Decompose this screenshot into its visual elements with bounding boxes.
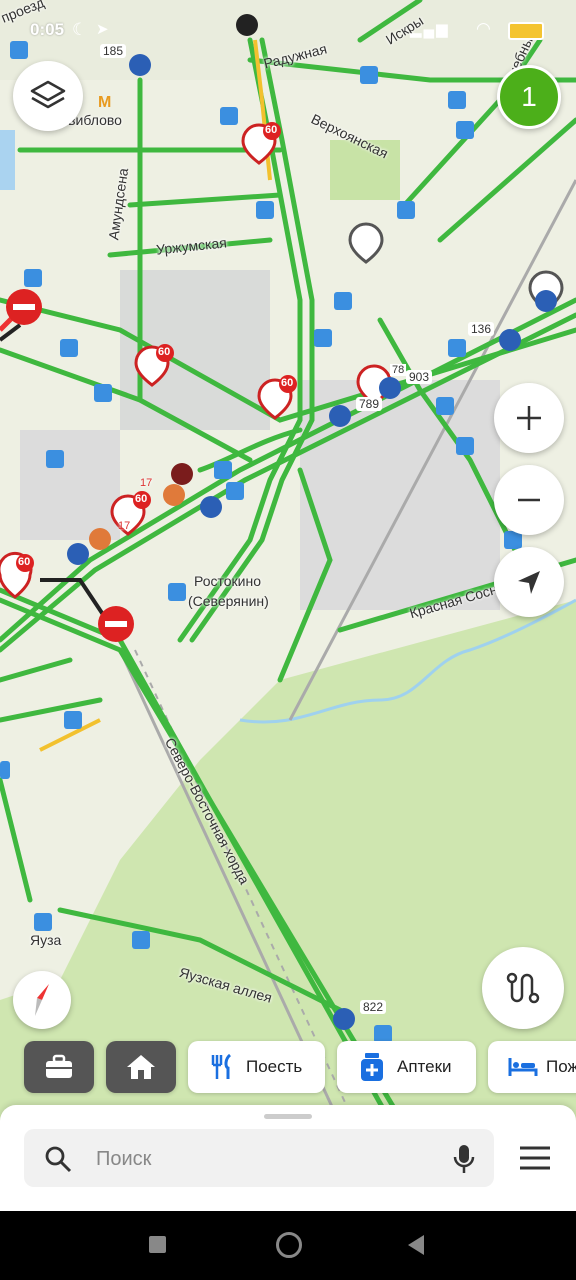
road-closure-icon[interactable]: [98, 606, 134, 642]
speed-limit-label: 60: [135, 493, 148, 505]
home-shortcut-button[interactable]: [106, 1041, 176, 1093]
category-lodging-label: Пож: [546, 1057, 576, 1076]
zoom-out-button[interactable]: [494, 465, 564, 535]
navigation-arrow-icon: [518, 571, 540, 594]
menu-icon[interactable]: [518, 1145, 552, 1171]
status-time: 0:05: [30, 20, 65, 39]
sheet-drag-handle[interactable]: [264, 1114, 312, 1119]
svg-text:M: M: [98, 94, 111, 111]
briefcase-icon: [46, 1054, 72, 1078]
category-eat-label: Поесть: [246, 1057, 303, 1076]
bottom-sheet: [0, 1105, 576, 1211]
notification-badge-button[interactable]: 1: [497, 65, 561, 129]
search-input[interactable]: [94, 1129, 428, 1189]
wifi-icon: ◠: [476, 19, 491, 38]
route-number: 17: [118, 520, 131, 532]
category-pharmacies-button[interactable]: Аптеки: [337, 1041, 476, 1093]
station-label: Ростокино: [194, 573, 262, 589]
system-navigation-bar: [0, 1211, 576, 1280]
category-pharmacies-label: Аптеки: [397, 1057, 452, 1076]
speed-limit-label: 60: [265, 124, 278, 136]
bed-icon: [508, 1058, 538, 1076]
work-shortcut-button[interactable]: [24, 1041, 94, 1093]
telegram-icon: ➤: [96, 21, 109, 38]
microphone-icon[interactable]: [452, 1143, 476, 1175]
pharmacy-icon: [361, 1053, 383, 1081]
status-bar: 0:05 ☾ ➤ ▂▄▆ ◠: [0, 0, 576, 60]
map-canvas: M: [0, 0, 576, 1210]
minus-icon: [518, 498, 540, 502]
speed-limit-label: 60: [281, 377, 294, 389]
road-closure-icon[interactable]: [6, 289, 42, 325]
signal-icon: ▂▄▆: [410, 21, 450, 38]
battery-icon: [508, 22, 544, 40]
route-number: 78: [390, 364, 407, 376]
compass-icon: [35, 984, 49, 1016]
route-number: 822: [360, 1000, 387, 1014]
compass-button[interactable]: [13, 971, 71, 1029]
speed-limit-label: 60: [158, 346, 171, 358]
zoom-in-button[interactable]: [494, 383, 564, 453]
recent-apps-button[interactable]: [149, 1236, 166, 1253]
camera-icon[interactable]: [348, 222, 384, 264]
layers-icon: [30, 80, 66, 109]
routes-button[interactable]: [482, 947, 564, 1029]
plus-icon: [517, 406, 541, 430]
back-button[interactable]: [406, 1233, 426, 1257]
station-label: Яуза: [30, 932, 62, 948]
route-number: 903: [406, 370, 433, 384]
home-button[interactable]: [276, 1232, 302, 1258]
route-number: 789: [356, 397, 383, 411]
route-icon: [506, 972, 540, 1004]
fork-knife-icon: [211, 1053, 232, 1079]
my-location-button[interactable]: [494, 547, 564, 617]
layers-button[interactable]: [13, 61, 83, 131]
speed-limit-label: 60: [18, 556, 31, 568]
search-icon: [45, 1146, 72, 1173]
map-view[interactable]: M Радужная Верхоянская Уржумская Амундсе…: [0, 0, 576, 1210]
category-eat-button[interactable]: Поесть: [188, 1041, 325, 1093]
home-icon: [127, 1055, 155, 1079]
route-number: 136: [468, 322, 495, 336]
route-number: 17: [140, 477, 153, 489]
search-bar[interactable]: [24, 1129, 494, 1189]
moon-icon: ☾: [72, 20, 88, 39]
category-lodging-button[interactable]: Пож: [488, 1041, 576, 1093]
station-sublabel: (Северянин): [188, 593, 269, 609]
